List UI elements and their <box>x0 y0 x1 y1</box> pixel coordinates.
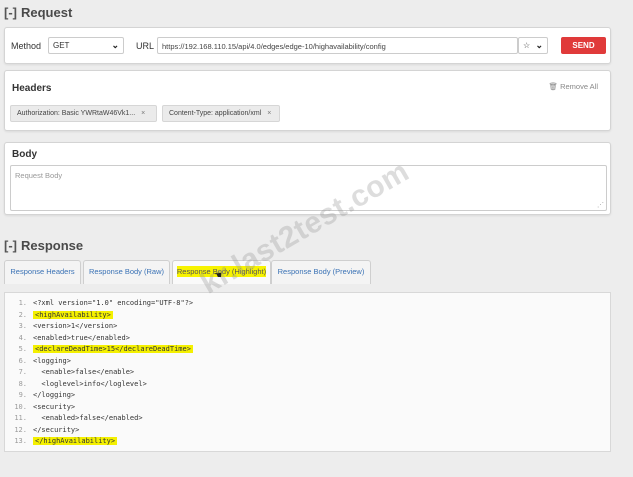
code-line: 2. <highAvailability> <box>5 310 610 322</box>
headers-title: Headers <box>12 83 52 94</box>
code-text: <enable>false</enable> <box>33 368 135 376</box>
line-number: 5. <box>18 345 27 353</box>
body-title: Body <box>12 149 37 160</box>
send-button[interactable]: SEND <box>561 37 606 54</box>
close-icon[interactable]: × <box>267 110 271 117</box>
line-number: 2. <box>18 310 27 319</box>
chevron-down-icon: ⌄ <box>111 40 119 50</box>
code-text: </highAvailability> <box>33 437 118 445</box>
response-title-text: Response <box>21 238 84 253</box>
body-panel: Body Request Body ⋰ <box>4 142 611 215</box>
method-value: GET <box>53 41 70 50</box>
tab-response-body-raw[interactable]: Response Body (Raw) <box>83 260 170 284</box>
line-number: 8. <box>18 379 27 388</box>
request-body-placeholder: Request Body <box>15 171 63 180</box>
line-number: 6. <box>18 356 27 365</box>
line-number: 7. <box>18 368 27 376</box>
request-collapse-toggle[interactable]: [-] <box>4 5 17 20</box>
method-label: Method <box>11 41 42 51</box>
code-text: </logging> <box>33 391 76 399</box>
code-line: 11. <enabled>false</enabled> <box>5 414 610 425</box>
code-line: 7. <enable>false</enable> <box>5 368 610 379</box>
code-text: <version>1</version> <box>33 322 118 330</box>
line-number: 4. <box>18 333 27 342</box>
code-text: <?xml version="1.0" encoding="UTF-8"?> <box>33 299 194 307</box>
line-number: 13. <box>14 437 27 445</box>
header-chip-content-type[interactable]: Content-Type: application/xml × <box>162 105 280 122</box>
cursor-pointer-icon: ☚ <box>214 270 223 280</box>
tab-response-body-preview[interactable]: Response Body (Preview) <box>271 260 371 284</box>
response-code-view: 1. <?xml version="1.0" encoding="UTF-8"?>… <box>4 292 611 452</box>
url-label: URL <box>136 41 155 51</box>
code-text: <logging> <box>33 356 71 365</box>
code-line: 8. <loglevel>info</loglevel> <box>5 380 610 391</box>
url-input[interactable]: https://192.168.110.15/api/4.0/edges/edg… <box>157 37 518 54</box>
resize-handle-icon[interactable]: ⋰ <box>597 201 604 209</box>
code-text: <loglevel>info</loglevel> <box>33 379 147 388</box>
code-line: 3. <version>1</version> <box>5 322 610 333</box>
code-text: <declareDeadTime>15</declareDeadTime> <box>33 345 193 353</box>
response-collapse-toggle[interactable]: [-] <box>4 238 17 253</box>
line-number: 11. <box>14 414 27 422</box>
code-line: 12. </security> <box>5 426 610 437</box>
star-icon: ☆ <box>523 41 531 50</box>
request-section-title[interactable]: [-] Request <box>4 5 72 20</box>
line-number: 9. <box>18 391 27 399</box>
tab-response-headers[interactable]: Response Headers <box>4 260 81 284</box>
code-line: 1. <?xml version="1.0" encoding="UTF-8"?> <box>5 299 610 310</box>
close-icon[interactable]: × <box>141 110 145 117</box>
header-chip-text: Content-Type: application/xml <box>169 110 262 117</box>
code-text: <enabled>true</enabled> <box>33 333 130 342</box>
history-select[interactable]: ☆ ⌄ <box>518 37 548 54</box>
code-line: 6. <logging> <box>5 357 610 368</box>
request-body-input[interactable]: Request Body ⋰ <box>10 165 607 211</box>
code-line: 4. <enabled>true</enabled> <box>5 334 610 345</box>
code-line: 9. </logging> <box>5 391 610 402</box>
request-title-text: Request <box>21 5 73 20</box>
code-line: 13. </highAvailability> <box>5 437 610 448</box>
line-number: 1. <box>18 299 27 307</box>
line-number: 10. <box>14 402 27 411</box>
method-select[interactable]: GET ⌄ <box>48 37 124 54</box>
header-chip-text: Authorization: Basic YWRtaW46Vk1... <box>17 110 136 117</box>
remove-all-label: Remove All <box>560 82 598 91</box>
code-line: 5. <declareDeadTime>15</declareDeadTime> <box>5 345 610 356</box>
response-section-title[interactable]: [-] Response <box>4 238 83 253</box>
chevron-down-icon: ⌄ <box>535 40 543 50</box>
headers-panel: Headers 🗑 Remove All Authorization: Basi… <box>4 70 611 131</box>
trash-icon: 🗑 <box>548 82 558 91</box>
line-number: 3. <box>18 322 27 330</box>
code-text: <security> <box>33 402 76 411</box>
code-text: <highAvailability> <box>33 310 113 319</box>
code-text: <enabled>false</enabled> <box>33 414 143 422</box>
remove-all-button[interactable]: 🗑 Remove All <box>548 82 598 91</box>
request-bar: Method GET ⌄ URL https://192.168.110.15/… <box>4 27 611 64</box>
line-number: 12. <box>14 425 27 434</box>
header-chip-authorization[interactable]: Authorization: Basic YWRtaW46Vk1... × <box>10 105 157 122</box>
code-line: 10. <security> <box>5 403 610 414</box>
code-text: </security> <box>33 425 80 434</box>
